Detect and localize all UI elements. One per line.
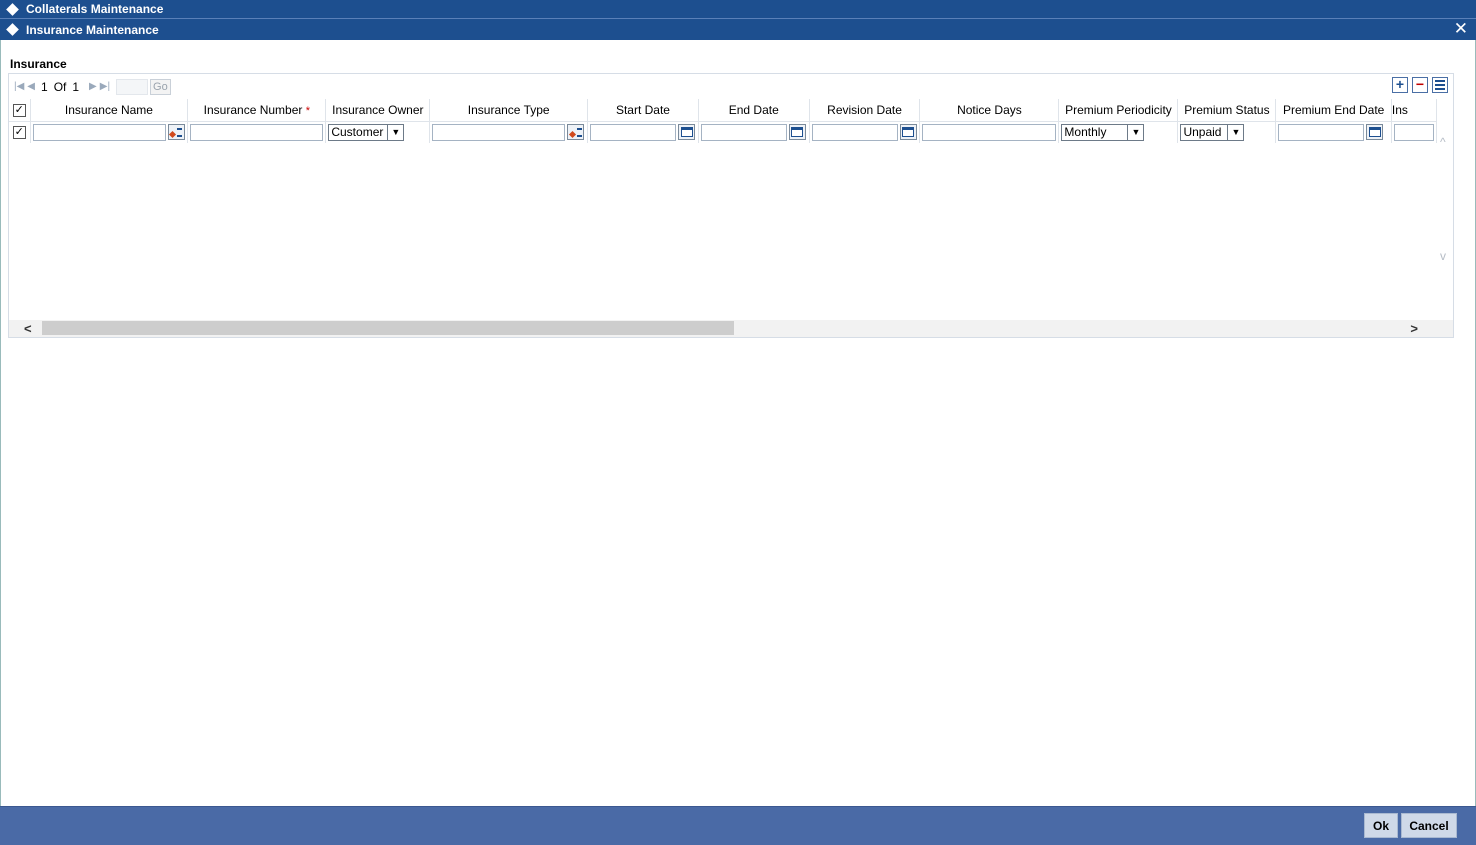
list-icon: [1435, 80, 1445, 90]
grid-viewport: ✓ Insurance Name Insurance Number * Insu…: [9, 99, 1437, 321]
premium-status-select[interactable]: Unpaid ▼: [1180, 123, 1245, 141]
calendar-icon: [791, 127, 804, 138]
scroll-up-icon[interactable]: ^: [1440, 135, 1446, 149]
column-header[interactable]: Insurance Owner: [325, 99, 431, 122]
table-row: ✓ Customer ▼ Monthly ▼ Unpaid ▼: [9, 121, 1437, 143]
column-header[interactable]: Start Date: [587, 99, 699, 122]
calendar-icon: [1368, 127, 1381, 138]
ins-cell: [1391, 121, 1437, 143]
column-header[interactable]: Premium End Date: [1275, 99, 1392, 122]
page-number-input[interactable]: [116, 78, 149, 95]
dialog-titlebar: Insurance Maintenance ✕: [0, 18, 1476, 40]
start-date-cell: [587, 121, 699, 143]
insurance-type-lov-button[interactable]: [567, 124, 585, 141]
grid-toolbar: + −: [1392, 77, 1448, 93]
calendar-icon: [680, 127, 693, 138]
page-of-label: Of: [53, 79, 67, 94]
premium-periodicity-value: Monthly: [1064, 125, 1107, 140]
insurance-type-cell: [429, 121, 589, 143]
grid-pager: |◀ ◀ 1 Of 1 ▶ ▶| Go: [9, 74, 1453, 99]
prev-page-icon[interactable]: ◀: [27, 81, 35, 92]
select-all-header: ✓: [9, 99, 31, 122]
insurance-owner-cell: Customer ▼: [325, 121, 431, 143]
premium-periodicity-cell: Monthly ▼: [1058, 121, 1179, 143]
diamond-icon: [6, 2, 19, 16]
premium-periodicity-select[interactable]: Monthly ▼: [1061, 123, 1145, 141]
scroll-down-icon[interactable]: v: [1440, 249, 1446, 263]
dialog-content: Insurance |◀ ◀ 1 Of 1 ▶ ▶| Go + − ✓ Insu…: [0, 40, 1476, 806]
outer-window-titlebar: Collaterals Maintenance: [0, 0, 1476, 18]
calendar-icon: [902, 127, 915, 138]
insurance-number-input[interactable]: [190, 123, 324, 141]
column-header[interactable]: Ins: [1391, 99, 1437, 122]
insurance-table: ✓ Insurance Name Insurance Number * Insu…: [9, 99, 1437, 143]
notice-days-cell: [919, 121, 1060, 143]
column-header[interactable]: Insurance Name: [30, 99, 189, 122]
single-view-button[interactable]: [1432, 77, 1448, 93]
first-page-icon[interactable]: |◀: [14, 81, 24, 92]
chevron-down-icon: ▼: [1227, 124, 1243, 140]
page-current: 1: [41, 79, 48, 94]
start-date-calendar-button[interactable]: [678, 124, 696, 141]
select-all-checkbox[interactable]: ✓: [12, 103, 26, 117]
chevron-down-icon: ▼: [1127, 124, 1143, 140]
column-header[interactable]: Insurance Number *: [187, 99, 327, 122]
horizontal-scrollbar[interactable]: < >: [9, 320, 1453, 337]
close-icon[interactable]: ✕: [1454, 20, 1468, 38]
table-header-row: ✓ Insurance Name Insurance Number * Insu…: [9, 99, 1437, 122]
premium-end-date-calendar-button[interactable]: [1366, 124, 1384, 141]
cancel-button[interactable]: Cancel: [1401, 813, 1457, 838]
required-marker: *: [305, 104, 311, 117]
start-date-input[interactable]: [590, 123, 677, 141]
section-title: Insurance: [10, 57, 67, 71]
vertical-scrollbar[interactable]: ^ v: [1437, 99, 1453, 321]
add-row-button[interactable]: +: [1392, 77, 1408, 93]
revision-date-calendar-button[interactable]: [899, 124, 917, 141]
lov-icon: [170, 127, 183, 137]
insurance-grid: |◀ ◀ 1 Of 1 ▶ ▶| Go + − ✓ Insurance Name…: [8, 73, 1454, 338]
insurance-owner-select[interactable]: Customer ▼: [328, 123, 405, 141]
diamond-icon: [6, 23, 19, 36]
column-header[interactable]: Premium Status: [1177, 99, 1277, 122]
outer-window-title: Collaterals Maintenance: [26, 2, 164, 16]
column-header[interactable]: End Date: [698, 99, 810, 122]
notice-days-input[interactable]: [922, 123, 1057, 141]
delete-row-button[interactable]: −: [1412, 77, 1428, 93]
end-date-cell: [698, 121, 810, 143]
premium-status-value: Unpaid: [1183, 125, 1222, 140]
lov-icon: [570, 127, 582, 137]
insurance-name-cell: [30, 121, 189, 143]
column-header[interactable]: Notice Days: [919, 99, 1060, 122]
scroll-right-icon[interactable]: >: [1410, 321, 1418, 336]
premium-end-date-input[interactable]: [1278, 123, 1365, 141]
insurance-number-cell: [187, 121, 327, 143]
row-select-cell: ✓: [9, 121, 31, 143]
column-header[interactable]: Insurance Type: [429, 99, 589, 122]
end-date-calendar-button[interactable]: [788, 124, 806, 141]
column-header[interactable]: Revision Date: [809, 99, 921, 122]
scrollbar-thumb[interactable]: [42, 321, 734, 335]
ins-input[interactable]: [1393, 123, 1434, 141]
premium-end-date-cell: [1275, 121, 1392, 143]
row-checkbox[interactable]: ✓: [12, 126, 26, 140]
dialog-title: Insurance Maintenance: [26, 22, 159, 37]
ok-button[interactable]: Ok: [1364, 813, 1398, 838]
end-date-input[interactable]: [700, 123, 787, 141]
page-total: 1: [72, 79, 80, 94]
last-page-icon[interactable]: ▶|: [100, 81, 110, 92]
go-button[interactable]: Go: [150, 78, 171, 95]
insurance-name-lov-button[interactable]: [167, 124, 185, 141]
insurance-type-input[interactable]: [432, 123, 566, 141]
premium-status-cell: Unpaid ▼: [1177, 121, 1277, 143]
chevron-down-icon: ▼: [387, 124, 403, 140]
revision-date-cell: [809, 121, 921, 143]
revision-date-input[interactable]: [811, 123, 898, 141]
column-header-label: Insurance Number: [203, 102, 303, 117]
next-page-icon[interactable]: ▶: [89, 81, 97, 92]
column-header[interactable]: Premium Periodicity: [1058, 99, 1179, 122]
dialog-footer: Ok Cancel: [0, 806, 1476, 845]
insurance-owner-value: Customer: [331, 125, 384, 140]
insurance-name-input[interactable]: [32, 123, 166, 141]
scroll-left-icon[interactable]: <: [24, 321, 32, 336]
